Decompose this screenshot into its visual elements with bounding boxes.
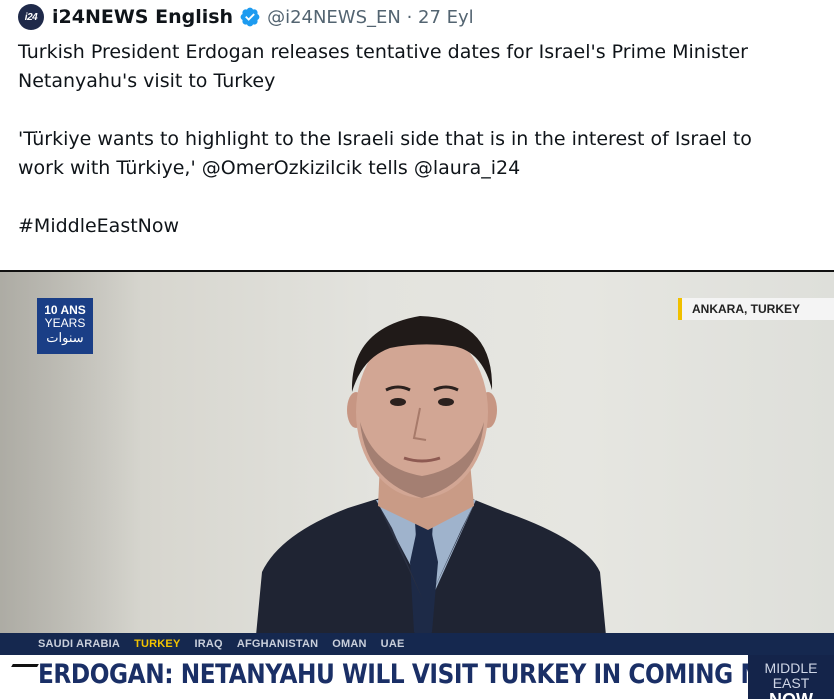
show-badge: MIDDLE EAST NOW (748, 655, 834, 699)
display-name[interactable]: i24NEWS English (52, 6, 233, 28)
video-player[interactable]: 10 ANS YEARS سنوات ANKARA, TURKEY SAUDI … (0, 270, 834, 699)
avatar-logo-text: i24 (24, 11, 38, 23)
headline-bar: ERDOGAN: NETANYAHU WILL VISIT TURKEY IN … (0, 655, 834, 699)
ticker-item-active: TURKEY (134, 638, 181, 650)
country-ticker: SAUDI ARABIA TURKEY IRAQ AFGHANISTAN OMA… (0, 633, 834, 655)
tweet-text: Turkish President Erdogan releases tenta… (18, 38, 818, 241)
ticker-item: AFGHANISTAN (236, 638, 319, 650)
headline-accent (11, 664, 39, 667)
verified-badge-icon (240, 7, 260, 27)
tweet-line: work with Türkiye,' @OmerOzkizilcik tell… (18, 157, 521, 179)
avatar[interactable]: i24 (18, 4, 44, 30)
handle-and-date[interactable]: @i24NEWS_EN · 27 Eyl (267, 7, 474, 28)
ticker-item: UAE (380, 638, 405, 650)
tweet-line: Netanyahu's visit to Turkey (18, 70, 276, 92)
ticker-item: OMAN (332, 638, 367, 650)
hashtag-link[interactable]: #MiddleEastNow (18, 212, 818, 241)
headline-text: ERDOGAN: NETANYAHU WILL VISIT TURKEY IN … (38, 659, 834, 690)
tweet-line: 'Türkiye wants to highlight to the Israe… (18, 128, 752, 150)
show-badge-line: NOW (748, 691, 834, 699)
channel-anniversary-logo: 10 ANS YEARS سنوات (37, 298, 93, 354)
tweet-line: Turkish President Erdogan releases tenta… (18, 41, 748, 63)
location-label: ANKARA, TURKEY (678, 298, 834, 320)
show-badge-line: MIDDLE EAST (764, 660, 818, 691)
logo-line: سنوات (46, 330, 84, 345)
ticker-item: SAUDI ARABIA (38, 638, 121, 650)
tweet-header: i24 i24NEWS English @i24NEWS_EN · 27 Eyl (18, 4, 474, 30)
ticker-item: IRAQ (194, 638, 223, 650)
logo-line: YEARS (44, 316, 86, 330)
